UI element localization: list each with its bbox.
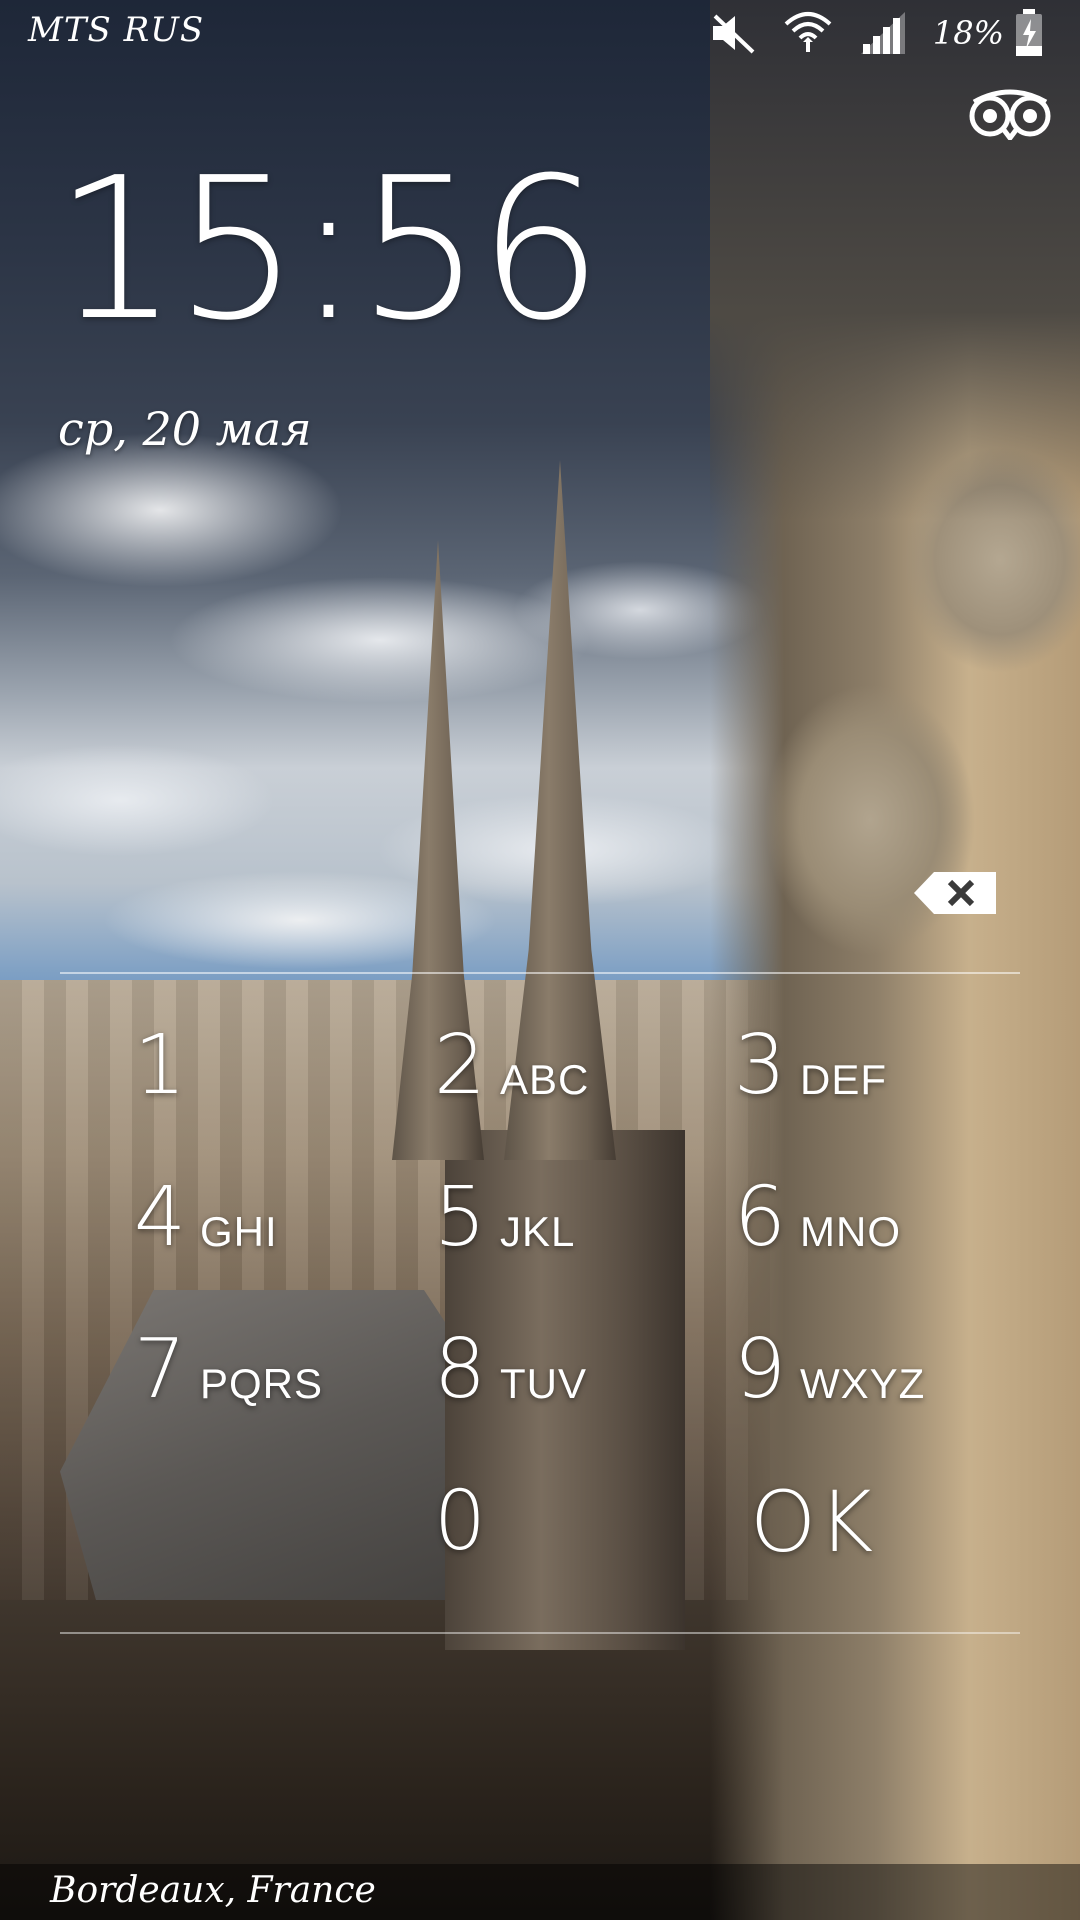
- key-letters: WXYZ: [800, 1360, 926, 1407]
- key-digit: 4: [133, 1170, 186, 1265]
- key-4[interactable]: 4 GHI: [60, 1142, 360, 1294]
- backspace-icon: [914, 872, 996, 914]
- lockscreen-clock: 15:56: [54, 136, 603, 364]
- status-bar: MTS RUS 18%: [0, 0, 1080, 64]
- key-5[interactable]: 5 JKL: [360, 1142, 660, 1294]
- key-digit: 0: [433, 1474, 486, 1569]
- key-2[interactable]: 2 ABC: [360, 990, 660, 1142]
- lockscreen-date: ср, 20 мая: [58, 402, 312, 456]
- key-7[interactable]: 7 PQRS: [60, 1294, 360, 1446]
- backspace-button[interactable]: [912, 870, 998, 916]
- key-digit: 2: [433, 1018, 486, 1113]
- key-digit: 9: [733, 1322, 786, 1417]
- key-3[interactable]: 3 DEF: [660, 990, 960, 1142]
- key-letters: DEF: [800, 1056, 887, 1103]
- key-digit: 5: [433, 1170, 486, 1265]
- pin-underline: [60, 972, 1020, 974]
- pin-keypad: 1 2 ABC 3 DEF 4 GHI 5 JKL 6 MNO 7 PQRS 8…: [60, 990, 1020, 1610]
- pin-input-field[interactable]: [60, 866, 1020, 972]
- carrier-name: MTS RUS: [28, 10, 205, 50]
- wallpaper-caption-bar: Bordeaux, France: [0, 1864, 1080, 1920]
- status-icons: 18%: [709, 8, 1044, 58]
- wallpaper-gargoyle-shade: [710, 0, 1080, 520]
- key-letters: GHI: [200, 1208, 278, 1255]
- key-digit: 6: [733, 1170, 786, 1265]
- key-empty: [60, 1446, 360, 1598]
- battery-charging-icon: [1014, 9, 1044, 57]
- battery-percent: 18%: [932, 14, 1004, 52]
- key-letters: PQRS: [200, 1360, 324, 1407]
- battery-status: 18%: [933, 9, 1044, 57]
- key-9[interactable]: 9 WXYZ: [660, 1294, 960, 1446]
- key-8[interactable]: 8 TUV: [360, 1294, 660, 1446]
- key-letters: MNO: [800, 1208, 901, 1255]
- key-digit: 8: [433, 1322, 486, 1417]
- muted-sound-icon: [709, 12, 757, 54]
- key-letters: JKL: [500, 1208, 576, 1255]
- key-digit: 7: [133, 1322, 186, 1417]
- key-6[interactable]: 6 MNO: [660, 1142, 960, 1294]
- signal-icon: [859, 10, 907, 56]
- tripadvisor-owl-icon[interactable]: [966, 84, 1054, 144]
- wallpaper-location: Bordeaux, France: [50, 1870, 376, 1911]
- ok-label: OK: [750, 1473, 876, 1571]
- key-1[interactable]: 1: [60, 990, 360, 1142]
- wifi-icon: [783, 10, 833, 56]
- ok-button[interactable]: OK: [660, 1446, 960, 1598]
- key-0[interactable]: 0: [360, 1446, 660, 1598]
- key-letters: ABC: [500, 1056, 590, 1103]
- key-digit: 3: [733, 1018, 786, 1113]
- keypad-divider: [60, 1632, 1020, 1634]
- key-letters: TUV: [500, 1360, 587, 1407]
- key-digit: 1: [133, 1018, 186, 1113]
